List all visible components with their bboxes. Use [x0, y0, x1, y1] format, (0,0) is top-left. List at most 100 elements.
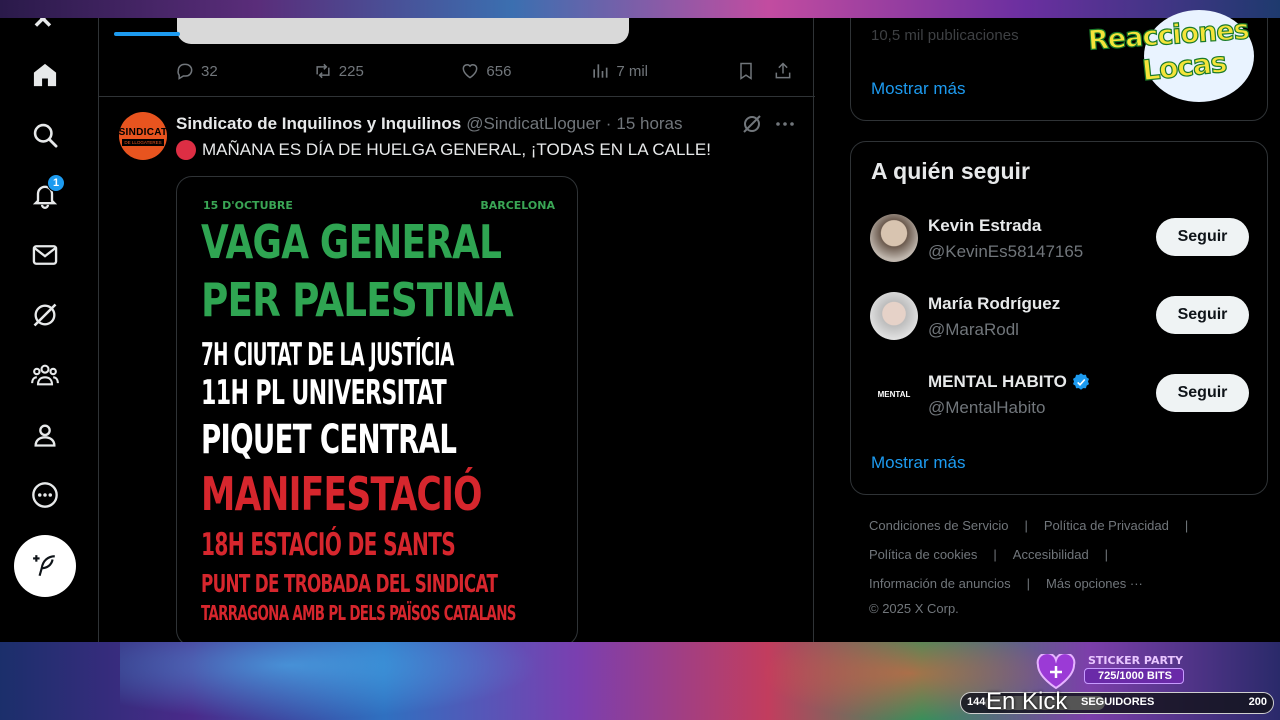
footer-separator: |: [1026, 576, 1031, 591]
poster-line: 18H ESTACIÓ DE SANTS: [201, 527, 456, 563]
avatar-text: SINDICAT: [119, 126, 167, 138]
avatar[interactable]: [870, 214, 918, 262]
suggestion-name[interactable]: Kevin Estrada: [928, 216, 1041, 236]
who-to-follow-title: A quién seguir: [871, 158, 1030, 184]
nav-communities[interactable]: [22, 352, 68, 398]
more-options-icon[interactable]: [773, 112, 797, 136]
nav-grok[interactable]: [22, 292, 68, 338]
footer-link-cookies[interactable]: Política de cookies: [869, 547, 977, 562]
nav-messages[interactable]: [22, 232, 68, 278]
heart-icon: [462, 64, 478, 79]
nav-profile[interactable]: [22, 412, 68, 458]
footer-link-accessibility[interactable]: Accesibilidad: [1013, 547, 1089, 562]
mail-icon: [32, 245, 58, 265]
follower-count: 144: [967, 696, 986, 708]
poster-line: PUNT DE TROBADA DEL SINDICAT: [201, 569, 498, 598]
follow-button[interactable]: Seguir: [1156, 374, 1249, 412]
avatar[interactable]: MENTAL: [870, 370, 918, 418]
search-icon: [33, 123, 58, 148]
tweet[interactable]: SINDICAT DE LLOGATERES Sindicato de Inqu…: [99, 98, 815, 642]
share-icon: [775, 62, 791, 79]
footer-row: © 2025 X Corp.: [869, 601, 959, 616]
reply-icon: [177, 63, 193, 80]
grok-icon[interactable]: [740, 112, 764, 136]
footer-row: Información de anuncios | Más opciones ··…: [869, 576, 1143, 591]
trends-show-more-link[interactable]: Mostrar más: [871, 79, 965, 99]
video-progress-bar[interactable]: [114, 32, 180, 36]
notification-badge: 1: [47, 174, 65, 192]
grok-icon: [33, 303, 57, 327]
follower-goal: 200: [1248, 696, 1267, 708]
tweet-body: MAÑANA ES DÍA DE HUELGA GENERAL, ¡TODAS …: [202, 140, 711, 159]
follow-suggestion[interactable]: Kevin Estrada @KevinEs58147165 Seguir: [851, 208, 1269, 268]
repost-button[interactable]: 225: [313, 61, 461, 81]
analytics-icon: [593, 64, 608, 78]
footer-link-ads[interactable]: Información de anuncios: [869, 576, 1011, 591]
suggestion-handle: @MaraRodl: [928, 320, 1019, 339]
nav-more[interactable]: [22, 472, 68, 518]
footer-link-privacy[interactable]: Política de Privacidad: [1044, 518, 1169, 533]
previous-tweet-actions: 32 225 656 7 mil: [175, 58, 797, 84]
left-navigation: ✕ 1: [0, 18, 96, 642]
follow-button[interactable]: Seguir: [1156, 296, 1249, 334]
verified-badge-icon: [1072, 373, 1089, 390]
suggestion-handle: @KevinEs58147165: [928, 242, 1084, 261]
follow-suggestion[interactable]: MENTAL MENTAL HABITO @MentalHabito Segui…: [851, 364, 1269, 424]
poster-city: BARCELONA: [480, 199, 555, 212]
repost-count: 225: [338, 62, 364, 80]
tweet-timestamp[interactable]: 15 horas: [616, 114, 682, 134]
feather-plus-icon: [33, 555, 55, 577]
footer-copyright: © 2025 X Corp.: [869, 601, 959, 616]
more-circle-icon: [32, 482, 58, 508]
nav-home[interactable]: [22, 52, 68, 98]
heart-plus-icon: [1036, 654, 1076, 690]
communities-icon: [31, 364, 59, 386]
tweet-avatar[interactable]: SINDICAT DE LLOGATERES: [119, 112, 167, 160]
repost-icon: [316, 63, 330, 79]
follow-button[interactable]: Seguir: [1156, 218, 1249, 256]
share-button[interactable]: [773, 61, 797, 81]
tweet-author-handle[interactable]: @SindicatLloguer: [466, 114, 600, 134]
footer-separator: |: [1024, 518, 1028, 533]
footer-separator: |: [1184, 518, 1189, 533]
who-to-follow-show-more-link[interactable]: Mostrar más: [871, 453, 965, 473]
x-logo-icon[interactable]: ✕: [32, 18, 54, 35]
tweet-author-name[interactable]: Sindicato de Inquilinos y Inquilinos: [176, 114, 461, 134]
poster-line: PER PALESTINA: [201, 273, 514, 327]
bits-progress-bar: 725/1000 BITS: [1084, 668, 1184, 684]
tweet-text: MAÑANA ES DÍA DE HUELGA GENERAL, ¡TODAS …: [176, 140, 711, 160]
avatar-subtext: DE LLOGATERES: [122, 138, 164, 146]
suggestion-name-row[interactable]: MENTAL HABITO: [928, 372, 1091, 392]
compose-post-button[interactable]: [14, 535, 76, 597]
home-icon: [33, 63, 57, 87]
timeline-feed: 32 225 656 7 mil SINDICAT DE LLOGATERES …: [98, 18, 815, 642]
kick-caption: En Kick: [986, 688, 1068, 715]
poster-line: VAGA GENERAL: [201, 215, 502, 269]
bookmark-icon: [740, 62, 752, 80]
nav-notifications[interactable]: 1: [22, 172, 68, 218]
follow-suggestion[interactable]: María Rodríguez @MaraRodl Seguir: [851, 286, 1269, 346]
trend-post-count: 10,5 mil publicaciones: [871, 27, 1019, 44]
like-button[interactable]: 656: [460, 61, 590, 81]
right-sidebar: 10,5 mil publicaciones Mostrar más A qui…: [850, 18, 1268, 642]
suggestion-name[interactable]: María Rodríguez: [928, 294, 1060, 314]
avatar[interactable]: [870, 292, 918, 340]
channel-logo-overlay: Reacciones Locas: [1084, 2, 1280, 102]
footer-more-options[interactable]: Más opciones ···: [1046, 576, 1143, 591]
reply-button[interactable]: 32: [175, 61, 313, 81]
tweet-separator-dot: ·: [605, 114, 612, 133]
previous-tweet-media[interactable]: [177, 18, 629, 44]
follower-label: SEGUIDORES: [1081, 696, 1155, 708]
poster-line: MANIFESTACIÓ: [201, 467, 483, 521]
profile-icon: [34, 424, 56, 447]
views-button[interactable]: 7 mil: [590, 61, 736, 81]
nav-explore[interactable]: [22, 112, 68, 158]
footer-link-terms[interactable]: Condiciones de Servicio: [869, 518, 1008, 533]
poster-line: 7H CIUTAT DE LA JUSTÍCIA: [201, 337, 454, 373]
bits-progress-text: 725/1000 BITS: [1098, 670, 1172, 682]
sticker-party-title: STICKER PARTY: [1088, 654, 1183, 667]
tweet-image-poster[interactable]: 15 D'OCTUBRE BARCELONA VAGA GENERAL PER …: [176, 176, 578, 642]
like-count: 656: [486, 62, 512, 80]
bookmark-button[interactable]: [736, 61, 773, 81]
sticker-party-widget: STICKER PARTY 725/1000 BITS: [1036, 654, 1186, 690]
